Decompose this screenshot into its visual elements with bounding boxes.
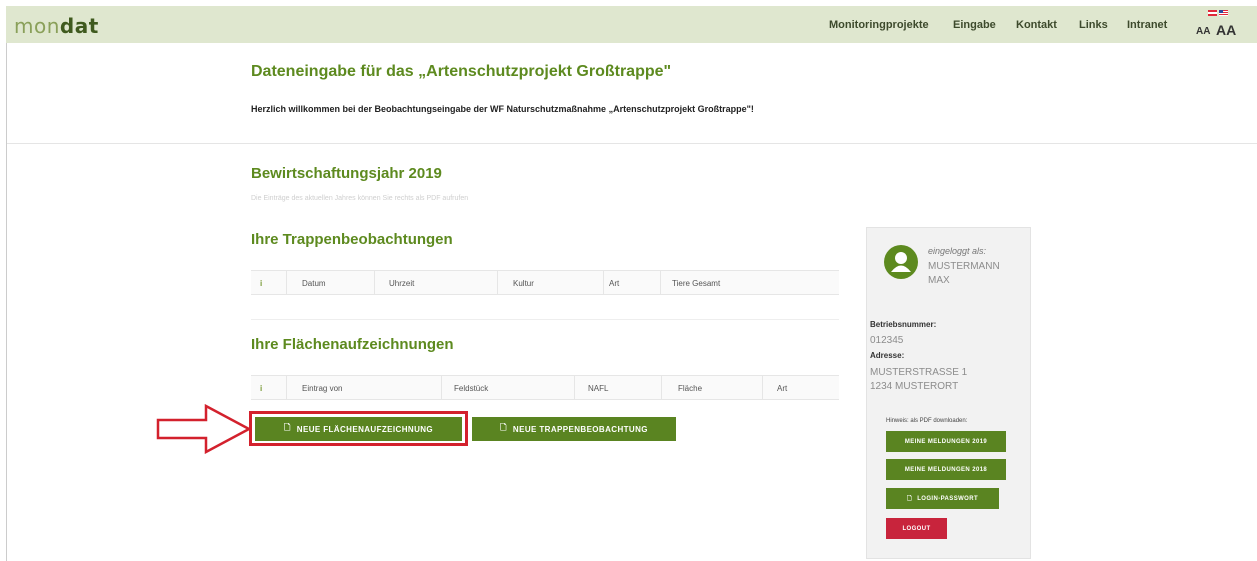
column-header-datum[interactable]: Datum bbox=[302, 279, 326, 288]
column-divider bbox=[603, 271, 604, 294]
betriebsnummer-value: 012345 bbox=[870, 335, 904, 346]
logged-in-label: eingeloggt als: bbox=[928, 246, 987, 256]
avatar bbox=[884, 245, 918, 279]
column-header-eintrag-von[interactable]: Eintrag von bbox=[302, 384, 342, 393]
nav-monitoringprojekte[interactable]: Monitoringprojekte bbox=[829, 19, 929, 31]
nav-kontakt[interactable]: Kontakt bbox=[1016, 19, 1057, 31]
pdf-download-hint: Hinweis: als PDF downloaden: bbox=[886, 418, 968, 424]
trappen-table-header: i Datum Uhrzeit Kultur Art Tiere Gesamt bbox=[251, 270, 839, 295]
nav-intranet[interactable]: Intranet bbox=[1127, 19, 1167, 31]
info-icon: i bbox=[260, 279, 263, 288]
column-divider bbox=[762, 376, 763, 399]
column-header-nafl[interactable]: NAFL bbox=[588, 384, 608, 393]
year-title: Bewirtschaftungsjahr 2019 bbox=[251, 165, 442, 182]
login-password-label: LOGIN-PASSWORT bbox=[917, 495, 979, 502]
logo-part-dat: dat bbox=[59, 14, 99, 38]
new-bustard-observation-label: NEUE TRAPPENBEOBACHTUNG bbox=[512, 424, 648, 434]
font-size-large-toggle[interactable]: AA bbox=[1216, 22, 1236, 38]
column-header-art[interactable]: Art bbox=[609, 279, 619, 288]
column-header-kultur[interactable]: Kultur bbox=[513, 279, 534, 288]
column-divider bbox=[374, 271, 375, 294]
divider bbox=[7, 143, 1257, 144]
user-name-line1: MUSTERMANN bbox=[928, 261, 1000, 272]
nav-links[interactable]: Links bbox=[1079, 19, 1108, 31]
document-icon: 🗋 bbox=[500, 423, 507, 432]
flag-at-icon[interactable] bbox=[1208, 10, 1217, 16]
section-divider bbox=[251, 319, 839, 320]
column-divider bbox=[661, 376, 662, 399]
column-header-flaeche[interactable]: Fläche bbox=[678, 384, 702, 393]
column-divider bbox=[441, 376, 442, 399]
betriebsnummer-label: Betriebsnummer: bbox=[870, 320, 937, 329]
address-line2: 1234 MUSTERORT bbox=[870, 381, 959, 392]
column-divider bbox=[574, 376, 575, 399]
top-navigation-bar: mondat Monitoringprojekte Eingabe Kontak… bbox=[6, 6, 1257, 43]
info-icon: i bbox=[260, 384, 263, 393]
column-divider bbox=[286, 376, 287, 399]
welcome-text: Herzlich willkommen bei der Beobachtungs… bbox=[251, 104, 754, 114]
nav-eingabe[interactable]: Eingabe bbox=[953, 19, 996, 31]
trappen-section-title: Ihre Trappenbeobachtungen bbox=[251, 231, 453, 248]
flaechen-section-title: Ihre Flächenaufzeichnungen bbox=[251, 336, 454, 353]
column-header-uhrzeit[interactable]: Uhrzeit bbox=[389, 279, 414, 288]
user-panel: eingeloggt als: MUSTERMANN MAX Betriebsn… bbox=[866, 227, 1031, 559]
arrow-annotation-icon bbox=[156, 404, 252, 454]
address-label: Adresse: bbox=[870, 351, 905, 360]
highlight-box bbox=[249, 411, 468, 446]
new-bustard-observation-button[interactable]: 🗋 NEUE TRAPPENBEOBACHTUNG bbox=[472, 417, 676, 441]
reports-2018-button[interactable]: MEINE MELDUNGEN 2018 bbox=[886, 459, 1006, 480]
logout-button[interactable]: LOGOUT bbox=[886, 518, 947, 539]
column-header-feldstueck[interactable]: Feldstück bbox=[454, 384, 488, 393]
column-divider bbox=[286, 271, 287, 294]
mondat-logo[interactable]: mondat bbox=[14, 14, 99, 38]
column-header-tiere-gesamt[interactable]: Tiere Gesamt bbox=[672, 279, 720, 288]
reports-2019-button[interactable]: MEINE MELDUNGEN 2019 bbox=[886, 431, 1006, 452]
column-divider bbox=[497, 271, 498, 294]
address-line1: MUSTERSTRASSE 1 bbox=[870, 367, 968, 378]
user-name-line2: MAX bbox=[928, 275, 950, 286]
pdf-hint-text: Die Einträge des aktuellen Jahres können… bbox=[251, 195, 469, 202]
page-title: Dateneingabe für das „Artenschutzprojekt… bbox=[251, 63, 672, 80]
user-icon bbox=[891, 252, 911, 272]
document-icon: 🗋 bbox=[906, 495, 913, 502]
flag-us-icon[interactable] bbox=[1219, 10, 1228, 16]
column-header-art[interactable]: Art bbox=[777, 384, 787, 393]
flaechen-table-header: i Eintrag von Feldstück NAFL Fläche Art bbox=[251, 375, 839, 400]
column-divider bbox=[660, 271, 661, 294]
logo-part-mon: mon bbox=[14, 14, 60, 38]
login-password-button[interactable]: 🗋 LOGIN-PASSWORT bbox=[886, 488, 999, 509]
font-size-small-toggle[interactable]: AA bbox=[1196, 26, 1210, 37]
